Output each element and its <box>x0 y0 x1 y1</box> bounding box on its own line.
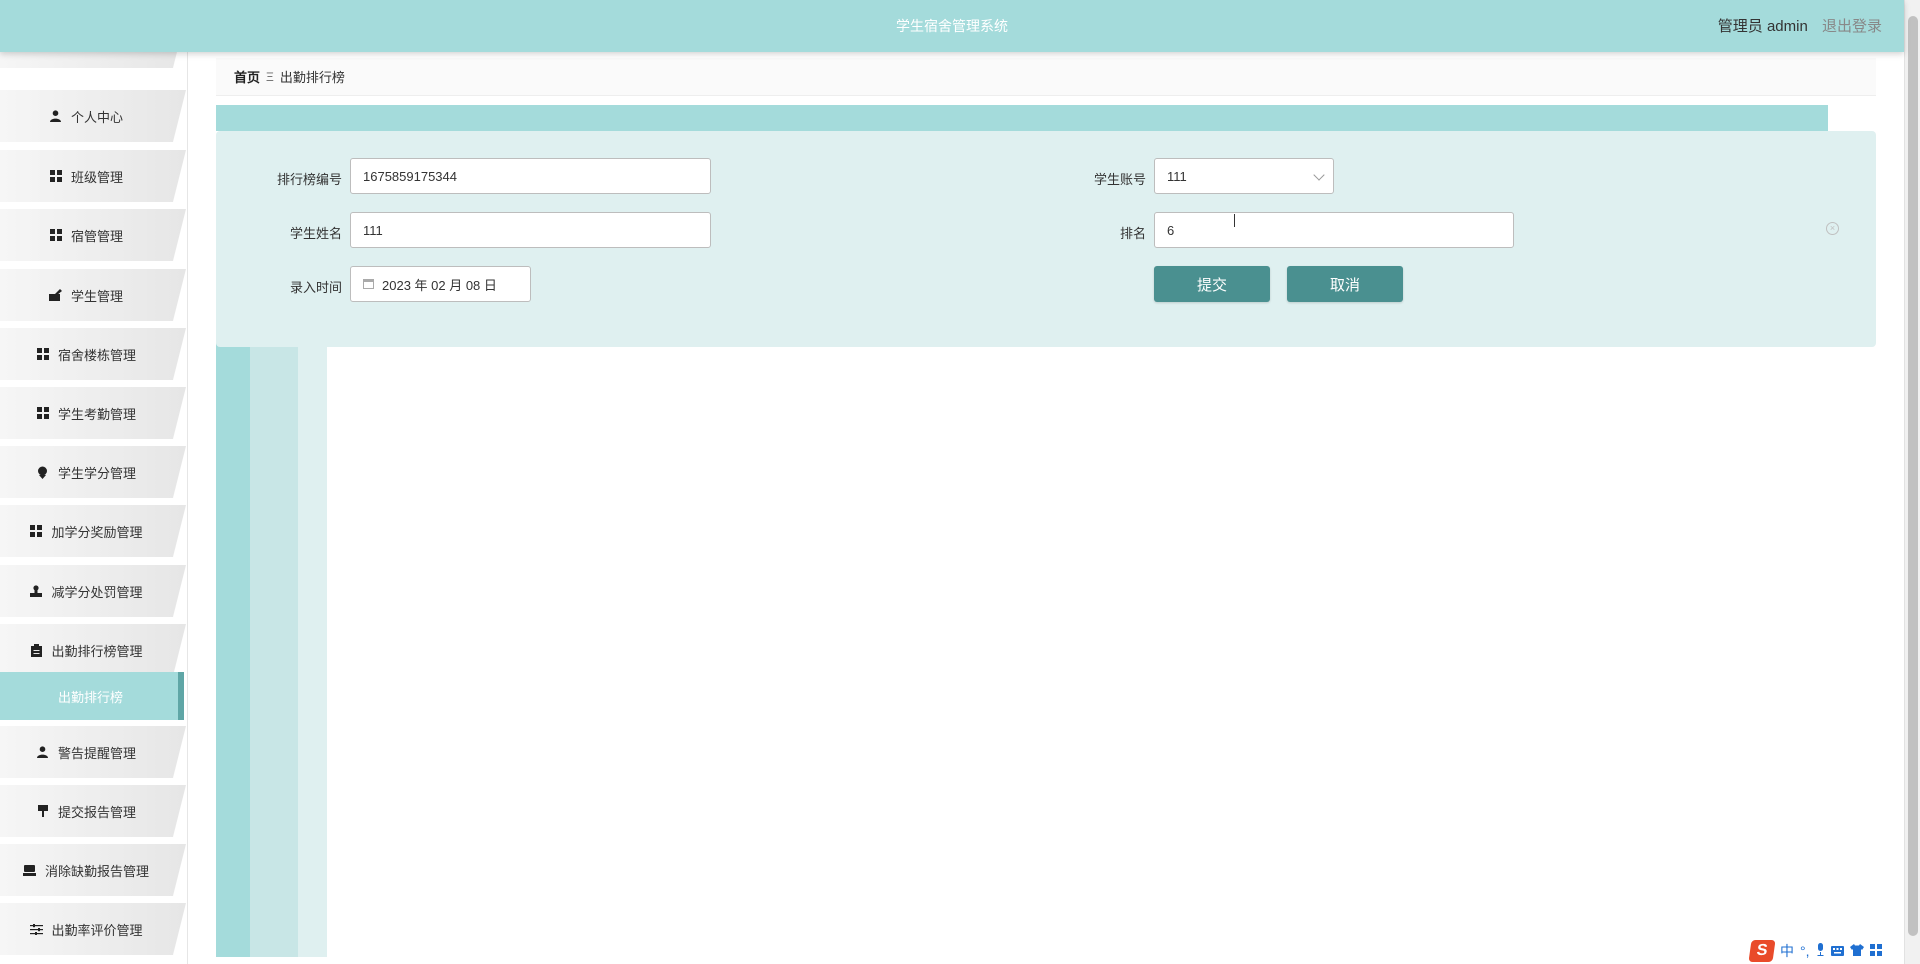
sidebar-item-label: 加学分奖励管理 <box>51 524 143 540</box>
sidebar-item-credit-reward-management[interactable]: 加学分奖励管理 <box>0 505 186 557</box>
pin-icon <box>36 465 50 479</box>
chevron-down-icon <box>1313 169 1325 181</box>
student-name-input[interactable]: 111 <box>350 212 711 248</box>
sidebar-item-warning-management[interactable]: 警告提醒管理 <box>0 726 186 778</box>
sidebar-item-label: 出勤排行榜管理 <box>51 643 143 659</box>
sidebar-item-label: 警告提醒管理 <box>57 745 136 761</box>
sidebar-item-class-management[interactable]: 班级管理 <box>0 150 186 202</box>
ranking-no-value: 1675859175344 <box>363 168 457 184</box>
clear-icon[interactable]: × <box>1826 222 1839 235</box>
text-cursor <box>1234 214 1235 227</box>
pen-icon <box>49 288 63 302</box>
decorative-column <box>250 300 298 957</box>
sidebar-subitem-attendance-ranking[interactable]: 出勤排行榜 <box>0 672 184 720</box>
rank-value: 6 <box>1167 222 1175 238</box>
sogou-logo-icon[interactable]: S <box>1748 940 1776 962</box>
stamp-icon <box>29 584 43 598</box>
cancel-button[interactable]: 取消 <box>1287 266 1403 302</box>
scrollbar-thumb[interactable] <box>1908 16 1918 936</box>
student-name-label: 学生姓名 <box>289 226 342 241</box>
sidebar-item-label: 宿管管理 <box>70 228 123 244</box>
grid-icon <box>29 524 43 538</box>
keyboard-icon[interactable] <box>1830 943 1844 959</box>
sidebar-item-credit-penalty-management[interactable]: 减学分处罚管理 <box>0 565 186 617</box>
ime-punctuation[interactable]: °, <box>1800 943 1810 959</box>
top-header: 学生宿舍管理系统 管理员 admin 退出登录 <box>0 0 1904 52</box>
decorative-column <box>298 300 327 957</box>
sidebar-item-label: 出勤排行榜 <box>58 689 124 705</box>
entry-time-label: 录入时间 <box>289 280 342 295</box>
grid-icon <box>49 169 63 183</box>
ranking-no-label: 排行榜编号 <box>276 172 342 187</box>
breadcrumb-current: 出勤排行榜 <box>279 70 345 85</box>
sidebar-item-label: 出勤率评价管理 <box>51 922 143 938</box>
student-account-value: 111 <box>1167 168 1187 184</box>
grid-icon <box>49 228 63 242</box>
laptop-icon <box>23 863 37 877</box>
sidebar-item-hidden-top[interactable] <box>0 52 186 68</box>
sidebar-item-label: 宿舍楼栋管理 <box>57 347 136 363</box>
user-icon <box>49 109 63 123</box>
ime-toolbar: S 中 °, <box>1740 938 1920 964</box>
sidebar-item-absence-report-management[interactable]: 消除缺勤报告管理 <box>0 844 186 896</box>
user-info: 管理员 admin 退出登录 <box>1718 15 1882 36</box>
sidebar-item-label: 提交报告管理 <box>57 804 136 820</box>
skin-icon[interactable] <box>1849 943 1864 959</box>
rank-label: 排名 <box>1119 226 1146 241</box>
app-title: 学生宿舍管理系统 <box>896 18 1008 34</box>
sidebar-item-label: 学生管理 <box>70 288 123 304</box>
sidebar-item-credit-management[interactable]: 学生学分管理 <box>0 446 186 498</box>
sidebar-item-label: 减学分处罚管理 <box>51 584 143 600</box>
entry-time-value: 2023 年 02 月 08 日 <box>382 277 497 293</box>
sidebar-item-attendance-ranking-management[interactable]: 出勤排行榜管理 <box>0 624 186 676</box>
submit-button[interactable]: 提交 <box>1154 266 1270 302</box>
toolbox-icon[interactable] <box>1869 943 1882 959</box>
sidebar-item-label: 班级管理 <box>70 169 123 185</box>
clipboard-icon <box>29 643 43 657</box>
rank-input[interactable]: 6 <box>1154 212 1514 248</box>
sidebar-item-personal-center[interactable]: 个人中心 <box>0 90 186 142</box>
calendar-icon <box>363 279 374 289</box>
user-label: 管理员 admin <box>1717 18 1808 35</box>
breadcrumb-home[interactable]: 首页 <box>234 67 260 86</box>
student-account-select[interactable]: 111 <box>1154 158 1334 194</box>
microphone-icon[interactable] <box>1816 943 1825 959</box>
sidebar-item-student-management[interactable]: 学生管理 <box>0 269 186 321</box>
grid-icon <box>36 347 50 361</box>
sidebar-item-dorm-manager-management[interactable]: 宿管管理 <box>0 209 186 261</box>
ime-language[interactable]: 中 <box>1780 941 1794 961</box>
sidebar-item-attendance-evaluation-management[interactable]: 出勤率评价管理 <box>0 903 186 955</box>
sidebar-item-label: 个人中心 <box>70 109 123 125</box>
student-name-value: 111 <box>363 222 383 238</box>
breadcrumb-separator: Ξ <box>266 69 274 84</box>
sidebar-item-label: 学生学分管理 <box>57 465 136 481</box>
sidebar-item-dorm-building-management[interactable]: 宿舍楼栋管理 <box>0 328 186 380</box>
sidebar-item-label: 学生考勤管理 <box>57 406 136 422</box>
decorative-band <box>216 105 1828 131</box>
logout-link[interactable]: 退出登录 <box>1822 18 1882 35</box>
grid-icon <box>36 406 50 420</box>
user-icon <box>36 745 50 759</box>
sidebar-item-label: 消除缺勤报告管理 <box>44 863 149 879</box>
flag-icon <box>36 804 50 818</box>
sidebar-item-report-submission-management[interactable]: 提交报告管理 <box>0 785 186 837</box>
entry-time-datepicker[interactable]: 2023 年 02 月 08 日 <box>350 266 531 302</box>
sidebar-item-attendance-management[interactable]: 学生考勤管理 <box>0 387 186 439</box>
breadcrumb: 首页 Ξ 出勤排行榜 <box>216 58 1876 96</box>
ranking-no-input[interactable]: 1675859175344 <box>350 158 711 194</box>
decorative-column <box>216 300 250 957</box>
sliders-icon <box>29 922 43 936</box>
student-account-label: 学生账号 <box>1093 172 1146 187</box>
vertical-scrollbar[interactable] <box>1904 0 1920 964</box>
sidebar: 个人中心 班级管理 宿管管理 学生管理 宿舍楼栋管理 学生考勤管理 学生学分管理… <box>0 52 188 964</box>
